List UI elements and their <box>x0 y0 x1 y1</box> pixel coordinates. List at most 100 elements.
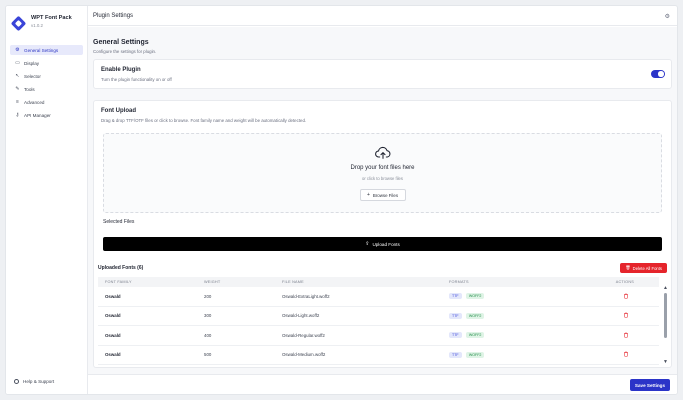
trash-icon[interactable] <box>623 312 629 318</box>
upload-fonts-label: Upload Fonts <box>372 241 400 247</box>
format-badge: WOFF2 <box>465 351 485 358</box>
upload-icon: ⇪ <box>365 241 370 247</box>
trash-icon[interactable] <box>623 293 629 299</box>
enable-plugin-card: Enable Plugin Turn the plugin functional… <box>93 59 672 89</box>
browse-files-label: Browse Files <box>372 192 399 198</box>
table-scrollbar[interactable]: ▲ ▼ <box>663 286 668 368</box>
drop-title: Drop your font files here <box>350 165 415 171</box>
logo-icon <box>10 15 27 32</box>
brand: WPT Font Pack v1.0.2 <box>6 6 87 32</box>
file-name-cell: Oswald-Medium.woff2 <box>282 352 326 358</box>
sidebar-item-general-settings[interactable]: ⚙ General Settings <box>10 45 83 55</box>
sidebar-item-api-manager[interactable]: ⚷ API Manager <box>10 110 83 120</box>
sidebar-item-label: API Manager <box>24 112 51 118</box>
monitor-icon: ▭ <box>15 59 20 66</box>
table-row: Oswald 500 Oswald-Medium.woff2 TTF WOFF2 <box>98 346 659 365</box>
section-subtitle: Configure the settings for plugin. <box>93 49 157 54</box>
weight-cell: 400 <box>204 332 212 338</box>
footer-bar: Save Settings <box>88 374 677 394</box>
font-family-cell: Oswald <box>105 332 121 338</box>
column-header: FONT FAMILY <box>105 280 132 284</box>
weight-cell: 200 <box>204 293 212 299</box>
sidebar-item-display[interactable]: ▭ Display <box>10 58 83 68</box>
sidebar-item-label: Display <box>24 60 40 66</box>
wrench-icon: ✎ <box>15 85 20 92</box>
save-settings-button[interactable]: Save Settings <box>630 379 670 391</box>
cloud-upload-icon <box>374 146 390 159</box>
file-name-cell: Oswald-ExtraLight.woff2 <box>282 293 330 299</box>
column-header: FORMATS <box>449 280 469 284</box>
help-label: Help & Support <box>23 379 55 384</box>
scroll-up-icon[interactable]: ▲ <box>663 286 668 291</box>
format-badge: WOFF2 <box>465 312 485 319</box>
sliders-icon: ≡ <box>16 98 19 105</box>
app-version: v1.0.2 <box>31 23 43 28</box>
column-header: FILE NAME <box>282 280 304 284</box>
fonts-table: FONT FAMILY WEIGHT FILE NAME FORMATS ACT… <box>98 277 659 365</box>
selected-files-label: Selected Files <box>103 219 135 225</box>
sidebar-item-label: Tools <box>24 86 35 92</box>
format-badge: WOFF2 <box>465 293 485 300</box>
formats-cell: TTF WOFF2 <box>449 293 590 300</box>
table-row: Oswald 300 Oswald-Light.woff2 TTF WOFF2 <box>98 307 659 326</box>
trash-icon: 🗑 <box>625 265 631 270</box>
enable-plugin-title: Enable Plugin <box>101 67 141 73</box>
format-badge: TTF <box>449 332 462 339</box>
table-header: FONT FAMILY WEIGHT FILE NAME FORMATS ACT… <box>98 277 659 287</box>
actions-cell <box>590 293 659 300</box>
font-upload-card: Font Upload Drag & drop TTF/OTF files or… <box>93 100 672 368</box>
font-family-cell: Oswald <box>105 313 121 319</box>
enable-plugin-toggle[interactable] <box>651 70 665 78</box>
formats-cell: TTF WOFF2 <box>449 312 590 319</box>
sidebar-item-label: Advanced <box>24 99 45 105</box>
font-upload-description: Drag & drop TTF/OTF files or click to br… <box>101 118 307 123</box>
settings-gear-icon[interactable]: ⚙ <box>665 13 670 20</box>
browse-files-button[interactable]: + Browse Files <box>359 189 406 201</box>
font-upload-title: Font Upload <box>101 108 136 114</box>
sidebar-item-label: Selector <box>24 73 41 79</box>
help-support-link[interactable]: Help & Support <box>14 379 54 384</box>
uploaded-fonts-title: Uploaded Fonts (6) <box>98 265 144 271</box>
font-family-cell: Oswald <box>105 352 121 358</box>
trash-icon[interactable] <box>623 332 629 338</box>
table-row: Oswald 200 Oswald-ExtraLight.woff2 TTF W… <box>98 287 659 307</box>
sidebar-item-label: General Settings <box>24 47 59 53</box>
column-header: WEIGHT <box>204 280 221 284</box>
actions-cell <box>590 312 659 319</box>
app-name: WPT Font Pack <box>31 15 72 21</box>
sidebar-item-advanced[interactable]: ≡ Advanced <box>10 97 83 107</box>
sidebar-item-selector[interactable]: ↖ Selector <box>10 71 83 81</box>
sidebar: WPT Font Pack v1.0.2 ⚙ General Settings … <box>6 6 88 394</box>
trash-icon[interactable] <box>623 351 629 357</box>
upload-fonts-button[interactable]: ⇪ Upload Fonts <box>103 237 662 251</box>
weight-cell: 500 <box>204 352 212 358</box>
key-icon: ⚷ <box>15 111 20 118</box>
font-dropzone[interactable]: Drop your font files here or click to br… <box>103 133 662 213</box>
help-icon <box>14 379 19 384</box>
gear-icon: ⚙ <box>15 46 20 53</box>
formats-cell: TTF WOFF2 <box>449 351 590 358</box>
cursor-icon: ↖ <box>15 72 20 79</box>
delete-all-fonts-button[interactable]: 🗑 Delete All Fonts <box>620 263 667 273</box>
section-title: General Settings <box>93 39 149 46</box>
format-badge: TTF <box>449 351 462 358</box>
actions-cell <box>590 332 659 339</box>
scroll-down-icon[interactable]: ▼ <box>663 360 668 365</box>
formats-cell: TTF WOFF2 <box>449 332 590 339</box>
app-window: WPT Font Pack v1.0.2 ⚙ General Settings … <box>5 5 678 395</box>
table-row: Oswald 400 Oswald-Regular.woff2 TTF WOFF… <box>98 326 659 346</box>
format-badge: TTF <box>449 293 462 300</box>
main-content: General Settings Configure the settings … <box>88 27 677 374</box>
sidebar-item-tools[interactable]: ✎ Tools <box>10 84 83 94</box>
format-badge: TTF <box>449 312 462 319</box>
actions-cell <box>590 351 659 358</box>
enable-plugin-description: Turn the plugin functionality on or off <box>101 77 172 82</box>
file-name-cell: Oswald-Regular.woff2 <box>282 332 325 338</box>
scrollbar-thumb[interactable] <box>664 293 667 338</box>
sidebar-nav: ⚙ General Settings ▭ Display ↖ Selector … <box>6 45 87 120</box>
top-bar: Plugin Settings ⚙ <box>88 6 677 26</box>
format-badge: WOFF2 <box>465 332 485 339</box>
column-header: ACTIONS <box>615 280 634 284</box>
page-title: Plugin Settings <box>93 12 134 19</box>
weight-cell: 300 <box>204 313 212 319</box>
